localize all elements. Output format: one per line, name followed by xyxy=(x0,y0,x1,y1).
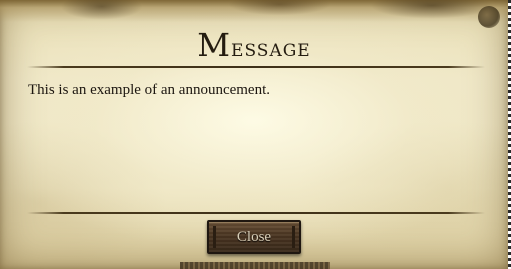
close-button[interactable]: Close xyxy=(207,220,301,254)
announcement-text: This is an example of an announcement. xyxy=(28,82,271,98)
corner-ornament-icon xyxy=(478,6,500,28)
close-button-label: Close xyxy=(236,228,272,245)
bottom-edge-decoration xyxy=(180,262,330,269)
footer-divider xyxy=(27,212,485,214)
dialog-title-rest: essage xyxy=(231,34,311,62)
dialog-title: Message xyxy=(0,28,508,65)
message-dialog: Message This is an example of an announc… xyxy=(0,0,508,269)
parchment-top-edge xyxy=(0,0,508,22)
title-divider xyxy=(27,66,485,68)
dialog-title-initial: M xyxy=(197,26,232,64)
